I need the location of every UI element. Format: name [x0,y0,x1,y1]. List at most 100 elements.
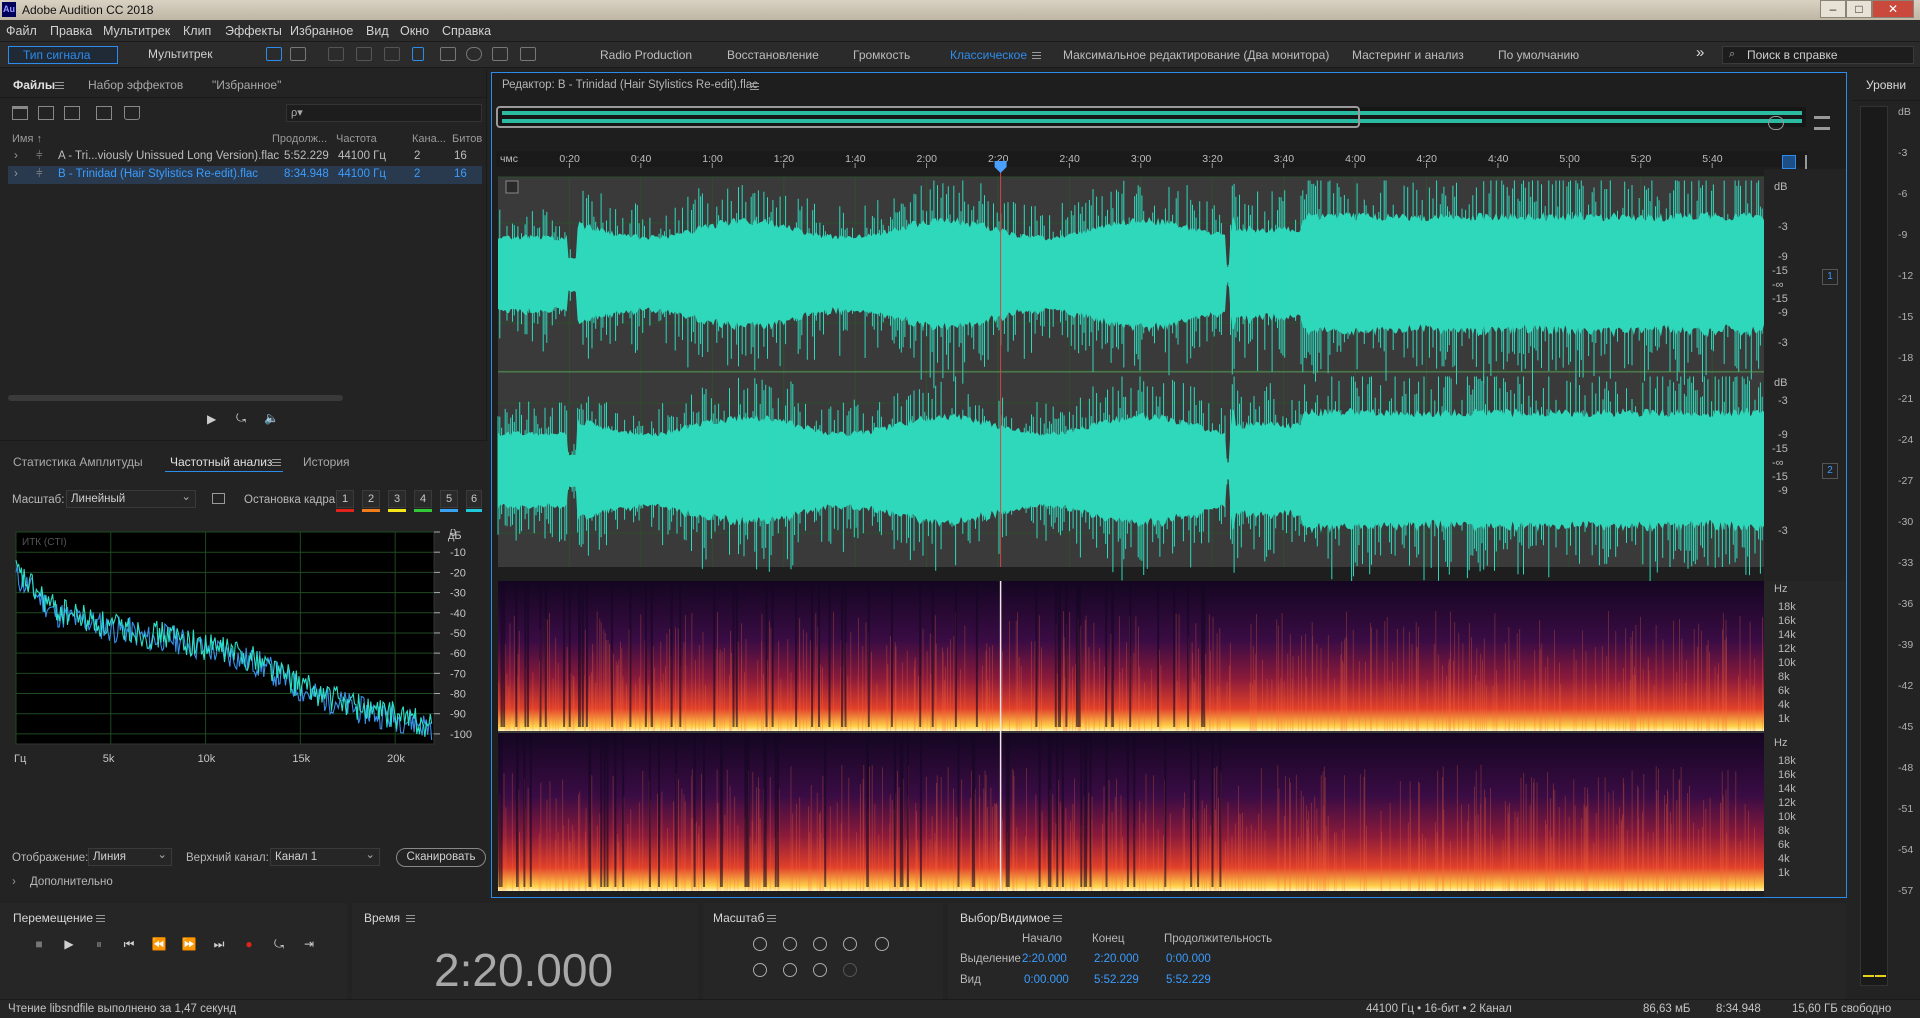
razor-tool-icon[interactable] [356,47,372,61]
advanced-toggle[interactable]: Дополнительно [30,876,113,888]
freeze-slot-3[interactable]: 3 [388,490,406,508]
tab-effects-rack[interactable]: Набор эффектов [88,78,183,92]
pause-button[interactable]: ⏸ [90,936,108,952]
freeze-slot-5[interactable]: 5 [440,490,458,508]
channel-dropdown[interactable]: Канал 1 [270,847,380,866]
more-workspaces-button[interactable]: » [1696,44,1704,61]
close-button[interactable]: ✕ [1872,0,1914,18]
selection-duration[interactable]: 0:00.000 [1166,953,1211,965]
view-end[interactable]: 5:52.229 [1094,974,1139,986]
menu-help[interactable]: Справка [442,24,491,38]
col-bits[interactable]: Битов [452,133,482,145]
maximize-button[interactable]: □ [1846,0,1872,18]
col-channels[interactable]: Кана... [412,133,446,145]
selection-end[interactable]: 2:20.000 [1094,953,1139,965]
freeze-slot-4[interactable]: 4 [414,490,432,508]
zoom-to-selection-icon[interactable] [813,963,827,977]
menu-effects[interactable]: Эффекты [225,24,282,38]
advanced-chevron-icon[interactable]: › [12,876,16,888]
stop-button[interactable]: ■ [30,936,48,952]
channel-2-toggle[interactable]: 2 [1822,463,1838,479]
spot-healing-icon[interactable] [520,47,536,61]
hud-toggle-icon[interactable] [505,180,519,194]
selection-start[interactable]: 2:20.000 [1022,953,1067,965]
menu-view[interactable]: Вид [366,24,389,38]
trash-icon[interactable] [124,106,140,120]
snapshot-icon[interactable] [212,493,225,504]
move-tool-icon[interactable] [328,47,344,61]
loop-button[interactable]: ⤿ [270,936,288,952]
col-rate[interactable]: Частота [336,133,377,145]
overview-bar[interactable] [496,107,1806,127]
menu-file[interactable]: Файл [6,24,37,38]
minimize-button[interactable]: – [1820,0,1846,18]
workspace-classic[interactable]: Классическое [950,48,1027,62]
workspace-mastering[interactable]: Мастеринг и анализ [1352,48,1464,62]
workspace-radio-production[interactable]: Radio Production [600,48,692,62]
menu-edit[interactable]: Правка [50,24,92,38]
workspace-restoration[interactable]: Восстановление [727,48,819,62]
zoom-out-full-icon[interactable] [875,937,889,951]
fast-forward-button[interactable]: ⏩ [180,936,198,952]
spectrogram[interactable] [498,581,1764,891]
tab-favorites[interactable]: "Избранное" [212,78,281,92]
new-file-icon[interactable] [64,106,80,120]
view-start[interactable]: 0:00.000 [1024,974,1069,986]
menu-multitrack[interactable]: Мультитрек [103,24,170,38]
freeze-slot-6[interactable]: 6 [466,490,482,508]
zoom-menu-icon[interactable] [767,915,776,922]
scan-button[interactable]: Сканировать [396,848,486,867]
zoom-out-amplitude-icon[interactable] [783,937,797,951]
zoom-in-amplitude-icon[interactable] [753,937,767,951]
time-menu-icon[interactable] [406,915,415,922]
time-display[interactable]: 2:20.000 [434,943,613,997]
playhead-marker[interactable] [994,161,1007,173]
selection-menu-icon[interactable] [1053,915,1062,922]
zoom-in-time-icon[interactable] [813,937,827,951]
view-duration[interactable]: 5:52.229 [1166,974,1211,986]
spectral-display-icon[interactable] [266,47,282,61]
workspace-menu-icon[interactable] [1032,52,1041,59]
file-row[interactable]: › ⫩ A - Tri...viously Unissued Long Vers… [8,148,482,166]
transport-menu-icon[interactable] [96,915,105,922]
editor-canvas[interactable]: чмс 0:20 0:40 1:00 1:20 1:40 2:00 2:20 2:40 3:00… [492,73,1846,897]
waveform-mode-button[interactable]: Тип сигнала [8,46,118,64]
record-button[interactable]: ● [240,936,258,952]
expand-chevron-icon[interactable]: › [14,168,18,180]
help-search-input[interactable]: Поиск в справке [1722,46,1914,64]
zoom-in-point-out-icon[interactable] [783,963,797,977]
autoplay-icon[interactable]: 🔈 [264,411,279,425]
files-scrollbar[interactable] [8,395,343,401]
zoom-in-point-in-icon[interactable] [753,963,767,977]
insert-multitrack-icon[interactable] [96,106,112,120]
files-menu-icon[interactable] [55,82,64,89]
tab-files[interactable]: Файлы [13,78,55,92]
analysis-menu-icon[interactable] [272,459,281,466]
menu-window[interactable]: Окно [400,24,429,38]
loop-preview-icon[interactable]: ⤿ [236,411,246,426]
col-name[interactable]: Имя ↑ [12,133,42,145]
time-ruler[interactable] [496,151,1808,167]
tab-history[interactable]: История [303,455,350,469]
tab-amplitude-stats[interactable]: Статистика Амплитуды [13,455,143,469]
channel-1-toggle[interactable]: 1 [1822,269,1838,285]
marquee-tool-icon[interactable] [440,47,456,61]
expand-chevron-icon[interactable]: › [14,150,18,162]
tab-frequency-analysis[interactable]: Частотный анализ [170,455,272,469]
marker-pin-icon[interactable] [1805,155,1813,169]
workspace-default[interactable]: По умолчанию [1498,48,1579,62]
col-duration[interactable]: Продолж... [272,133,327,145]
menu-clip[interactable]: Клип [183,24,211,38]
play-button[interactable]: ▶ [60,936,78,952]
display-dropdown[interactable]: Линия [88,847,172,866]
zoom-reset-icon[interactable] [1768,116,1784,130]
import-file-icon[interactable] [38,106,54,120]
file-row[interactable]: › ⫩ B - Trinidad (Hair Stylistics Re-edi… [8,166,482,184]
rewind-button[interactable]: ⏪ [150,936,168,952]
pitch-display-icon[interactable] [290,47,306,61]
menu-favorites[interactable]: Избранное [290,24,353,38]
scale-dropdown[interactable]: Линейный [66,489,196,508]
play-preview-icon[interactable]: ▶ [207,412,216,426]
open-file-icon[interactable] [12,106,28,120]
files-search-input[interactable]: ρ▾ [286,104,482,122]
